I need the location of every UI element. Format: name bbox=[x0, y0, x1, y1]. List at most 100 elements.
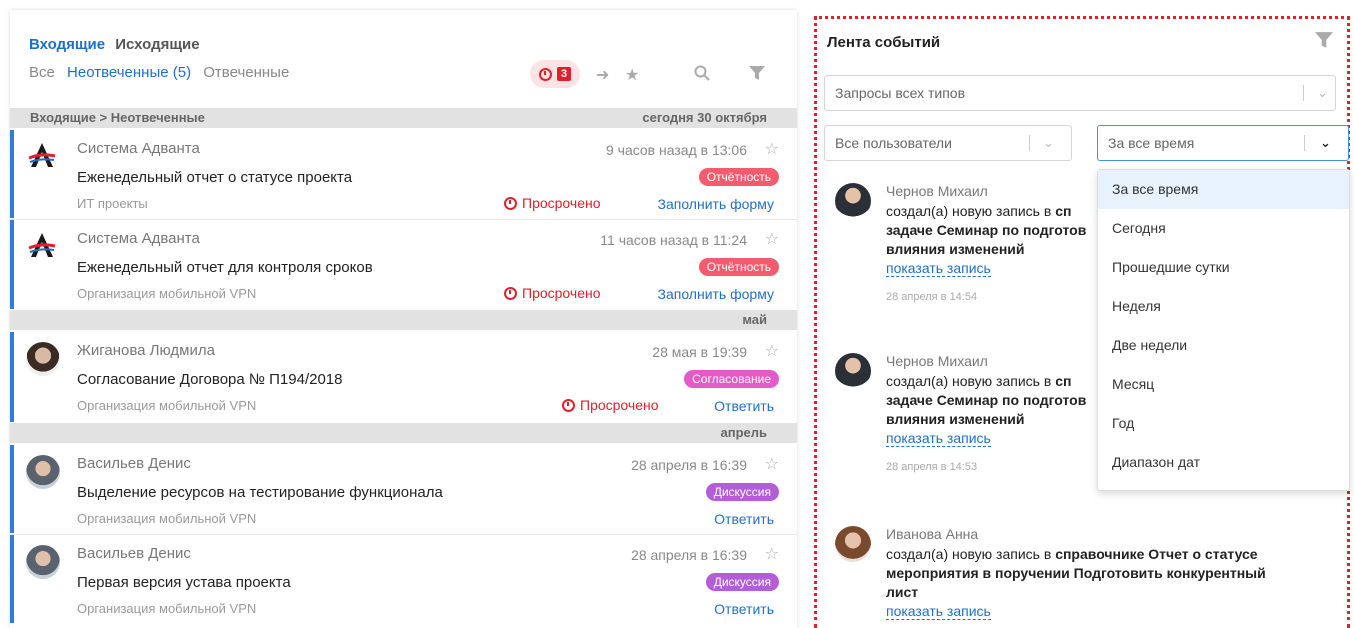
received-time: 28 апреля в 16:39 bbox=[631, 547, 747, 563]
item-title[interactable]: Еженедельный отчет о статусе проекта bbox=[77, 169, 352, 186]
sender-name: Система Адванта bbox=[77, 230, 200, 247]
main-tabs: Входящие Исходящие bbox=[29, 36, 200, 53]
star-outline-icon[interactable]: ☆ bbox=[765, 229, 779, 249]
show-record-link[interactable]: показать запись bbox=[886, 430, 991, 447]
tab-outgoing[interactable]: Исходящие bbox=[115, 36, 199, 53]
user-filter-select[interactable]: Все пользователи ⌄ bbox=[824, 125, 1072, 161]
overdue-label: Просрочено bbox=[522, 195, 601, 211]
tab-incoming[interactable]: Входящие bbox=[29, 36, 105, 53]
period-option[interactable]: Диапазон дат bbox=[1098, 443, 1349, 482]
period-option[interactable]: Год bbox=[1098, 404, 1349, 443]
avatar bbox=[835, 353, 871, 389]
event-text-bold: справочнике Отчет о статусе bbox=[1055, 546, 1258, 562]
event-text-bold: задаче Семинар по подготов bbox=[886, 222, 1087, 238]
feed-event: Иванова Анна создал(а) новую запись в сп… bbox=[827, 526, 1297, 628]
event-text-bold: влияния изменений bbox=[886, 411, 1025, 427]
list-item[interactable]: Система Адванта 11 часов назад в 11:24 ☆… bbox=[10, 220, 797, 309]
category-tag: Отчётность bbox=[698, 258, 779, 276]
clock-icon bbox=[538, 67, 552, 81]
received-time: 11 часов назад в 11:24 bbox=[600, 232, 747, 248]
tab-unanswered[interactable]: Неотвеченные (5) bbox=[67, 64, 191, 81]
avatar bbox=[26, 342, 60, 376]
star-outline-icon[interactable]: ☆ bbox=[765, 454, 779, 474]
star-icon[interactable]: ★ bbox=[625, 65, 639, 85]
select-separator bbox=[1303, 85, 1304, 101]
advanta-logo-icon bbox=[28, 233, 56, 257]
select-separator bbox=[1029, 135, 1030, 151]
sign-in-icon[interactable]: ➜ bbox=[596, 65, 609, 85]
list-item[interactable]: Васильев Денис 28 апреля в 16:39 ☆ Выдел… bbox=[10, 445, 797, 533]
item-title[interactable]: Согласование Договора № П194/2018 bbox=[77, 371, 343, 388]
clock-icon bbox=[504, 286, 517, 300]
sender-name: Васильев Денис bbox=[77, 545, 191, 562]
event-text-bold: влияния изменений bbox=[886, 241, 1025, 257]
category-tag: Согласование bbox=[684, 370, 779, 388]
sender-name: Система Адванта bbox=[77, 140, 200, 157]
tab-all[interactable]: Все bbox=[29, 64, 55, 81]
group-header-today: Входящие > Неотвеченные сегодня 30 октяб… bbox=[10, 108, 797, 128]
list-item[interactable]: Жиганова Людмила 28 мая в 19:39 ☆ Соглас… bbox=[10, 332, 797, 422]
received-time: 28 мая в 19:39 bbox=[652, 344, 747, 360]
reply-link[interactable]: Ответить bbox=[714, 511, 774, 527]
reply-link[interactable]: Ответить bbox=[714, 601, 774, 617]
period-dropdown-menu: За все время Сегодня Прошедшие сутки Нед… bbox=[1097, 169, 1350, 491]
event-date: 28 апреля в 14:53 bbox=[886, 461, 978, 473]
item-title[interactable]: Еженедельный отчет для контроля сроков bbox=[77, 259, 373, 276]
show-record-link[interactable]: показать запись bbox=[886, 260, 991, 277]
category-tag: Отчётность bbox=[698, 168, 779, 186]
event-text-line: создал(а) новую запись в bbox=[886, 546, 1056, 562]
show-record-link[interactable]: показать запись bbox=[886, 603, 991, 620]
event-text-bold: сп bbox=[1055, 373, 1072, 389]
project-name: ИТ проекты bbox=[77, 196, 148, 211]
period-option[interactable]: Две недели bbox=[1098, 326, 1349, 365]
filter-icon[interactable] bbox=[1315, 31, 1333, 49]
list-item[interactable]: Система Адванта 9 часов назад в 13:06 ☆ … bbox=[10, 130, 797, 218]
tab-answered[interactable]: Отвеченные bbox=[203, 64, 289, 81]
event-text-bold: сп bbox=[1055, 203, 1072, 219]
sub-tabs: Все Неотвеченные (5) Отвеченные bbox=[29, 64, 297, 81]
star-outline-icon[interactable]: ☆ bbox=[765, 341, 779, 361]
list-item[interactable]: Васильев Денис 28 апреля в 16:39 ☆ Перва… bbox=[10, 535, 797, 623]
group-header-may: май bbox=[10, 310, 797, 330]
sender-name: Жиганова Людмила bbox=[77, 342, 215, 359]
filter-icon[interactable] bbox=[749, 65, 765, 86]
star-outline-icon[interactable]: ☆ bbox=[765, 544, 779, 564]
avatar bbox=[26, 455, 60, 489]
item-title[interactable]: Первая версия устава проекта bbox=[77, 574, 291, 591]
period-option[interactable]: За все время bbox=[1098, 170, 1349, 209]
avatar bbox=[835, 183, 871, 219]
event-author: Иванова Анна bbox=[886, 526, 979, 542]
group-header-april: апрель bbox=[10, 423, 797, 443]
search-icon[interactable] bbox=[694, 65, 710, 86]
reply-link[interactable]: Ответить bbox=[714, 398, 774, 414]
sender-name: Васильев Денис bbox=[77, 455, 191, 472]
group-date: апрель bbox=[720, 425, 767, 440]
overdue-label: Просрочено bbox=[580, 397, 659, 413]
event-text-bold: задаче Семинар по подготов bbox=[886, 392, 1087, 408]
user-filter-value: Все пользователи bbox=[835, 135, 952, 151]
avatar bbox=[835, 526, 871, 562]
period-option[interactable]: Сегодня bbox=[1098, 209, 1349, 248]
period-filter-select[interactable]: За все время ⌄ bbox=[1097, 125, 1349, 161]
period-option[interactable]: Месяц bbox=[1098, 365, 1349, 404]
event-text-bold: мероприятия в поручении Подготовить конк… bbox=[886, 565, 1266, 581]
event-text-line: создал(а) новую запись в bbox=[886, 203, 1056, 219]
group-date: сегодня 30 октября bbox=[642, 110, 767, 125]
chevron-down-icon: ⌄ bbox=[1317, 85, 1328, 100]
fill-form-link[interactable]: Заполнить форму bbox=[658, 196, 775, 212]
type-filter-select[interactable]: Запросы всех типов ⌄ bbox=[824, 75, 1336, 111]
event-text: создал(а) новую запись в справочнике Отч… bbox=[886, 545, 1306, 621]
overdue-filter-button[interactable]: 3 bbox=[530, 60, 580, 88]
item-title[interactable]: Выделение ресурсов на тестирование функц… bbox=[77, 484, 443, 501]
project-name: Организация мобильной VPN bbox=[77, 398, 257, 413]
fill-form-link[interactable]: Заполнить форму bbox=[658, 286, 775, 302]
period-option[interactable]: Прошедшие сутки bbox=[1098, 248, 1349, 287]
star-outline-icon[interactable]: ☆ bbox=[765, 139, 779, 159]
feed-title: Лента событий bbox=[827, 34, 941, 51]
period-filter-value: За все время bbox=[1108, 135, 1195, 151]
chevron-down-icon: ⌄ bbox=[1043, 135, 1054, 150]
overdue-status: Просрочено bbox=[504, 195, 601, 211]
period-option[interactable]: Неделя bbox=[1098, 287, 1349, 326]
inbox-panel: Входящие Исходящие Все Неотвеченные (5) … bbox=[10, 10, 797, 628]
breadcrumb: Входящие > Неотвеченные bbox=[30, 110, 205, 125]
